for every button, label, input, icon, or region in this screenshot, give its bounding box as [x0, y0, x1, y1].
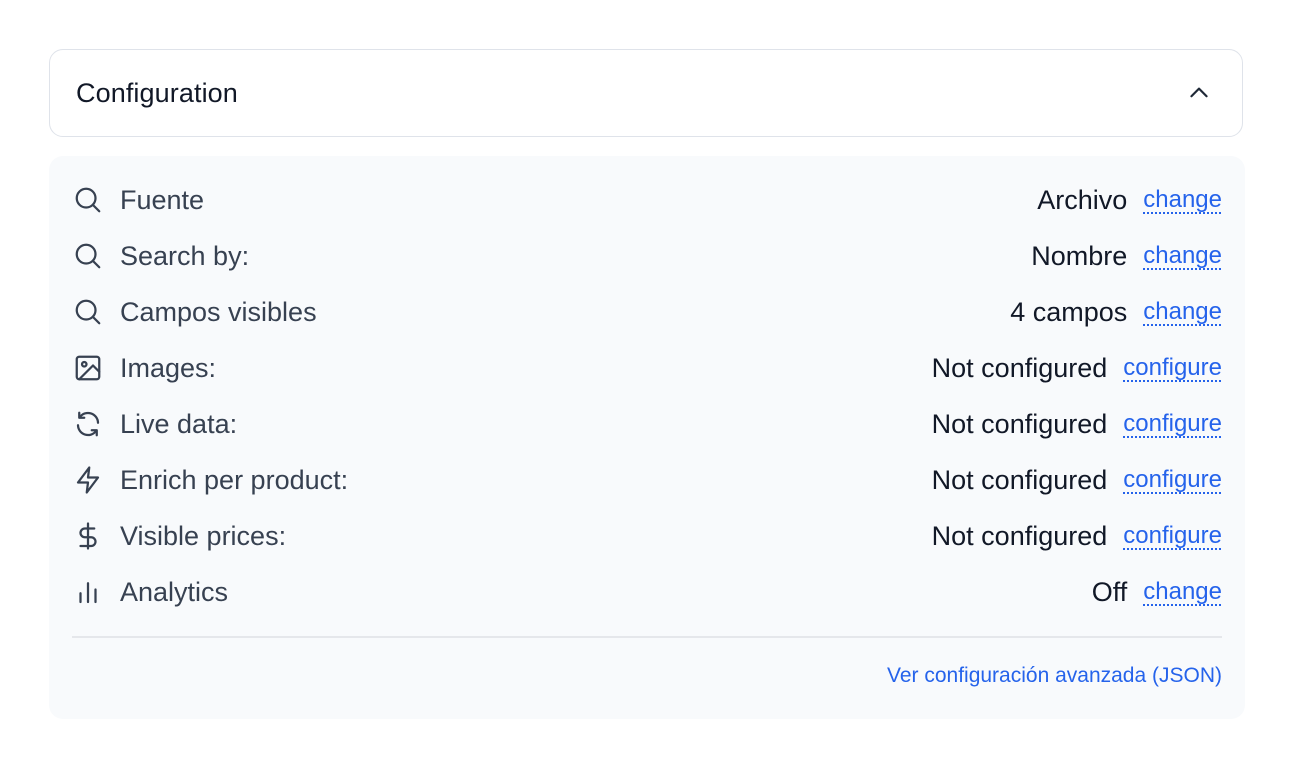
refresh-icon [72, 408, 104, 440]
divider [72, 636, 1222, 638]
configure-link[interactable]: configure [1123, 410, 1222, 438]
setting-row-campos-visibles: Campos visibles 4 campos change [72, 284, 1222, 340]
configure-link[interactable]: configure [1123, 354, 1222, 382]
lightning-icon [72, 464, 104, 496]
advanced-config-link[interactable]: Ver configuración avanzada (JSON) [887, 664, 1222, 688]
configure-link[interactable]: configure [1123, 522, 1222, 550]
dollar-icon [72, 520, 104, 552]
setting-value: Not configured [931, 408, 1108, 439]
setting-label: Analytics [120, 576, 229, 607]
setting-label: Live data: [120, 408, 238, 439]
change-link[interactable]: change [1143, 186, 1222, 214]
search-icon [72, 184, 104, 216]
configuration-header[interactable]: Configuration [49, 49, 1243, 137]
change-link[interactable]: change [1143, 298, 1222, 326]
setting-row-live-data: Live data: Not configured configure [72, 396, 1222, 452]
configuration-panel: Fuente Archivo change Search by: Nombre … [49, 156, 1245, 719]
section-title: Configuration [76, 77, 238, 108]
configure-link[interactable]: configure [1123, 466, 1222, 494]
setting-value: Archivo [1037, 184, 1128, 215]
setting-row-images: Images: Not configured configure [72, 340, 1222, 396]
setting-value: Off [1091, 576, 1128, 607]
setting-value: Nombre [1031, 240, 1128, 271]
setting-value: Not configured [931, 520, 1108, 551]
setting-label: Campos visibles [120, 296, 317, 327]
search-icon [72, 240, 104, 272]
settings-list: Fuente Archivo change Search by: Nombre … [72, 172, 1222, 620]
setting-label: Visible prices: [120, 520, 287, 551]
search-icon [72, 296, 104, 328]
setting-label: Search by: [120, 240, 250, 271]
image-icon [72, 352, 104, 384]
change-link[interactable]: change [1143, 242, 1222, 270]
change-link[interactable]: change [1143, 578, 1222, 606]
bar-chart-icon [72, 576, 104, 608]
setting-row-search-by: Search by: Nombre change [72, 228, 1222, 284]
setting-row-visible-prices: Visible prices: Not configured configure [72, 508, 1222, 564]
setting-label: Enrich per product: [120, 464, 349, 495]
setting-row-analytics: Analytics Off change [72, 564, 1222, 620]
chevron-up-icon[interactable] [1184, 78, 1214, 108]
setting-value: Not configured [931, 352, 1108, 383]
setting-value: Not configured [931, 464, 1108, 495]
setting-row-fuente: Fuente Archivo change [72, 172, 1222, 228]
setting-value: 4 campos [1010, 296, 1128, 327]
configuration-page: Configuration Fuente Archivo change Sear… [0, 0, 1292, 766]
setting-row-enrich-per-product: Enrich per product: Not configured confi… [72, 452, 1222, 508]
setting-label: Images: [120, 352, 217, 383]
setting-label: Fuente [120, 184, 205, 215]
